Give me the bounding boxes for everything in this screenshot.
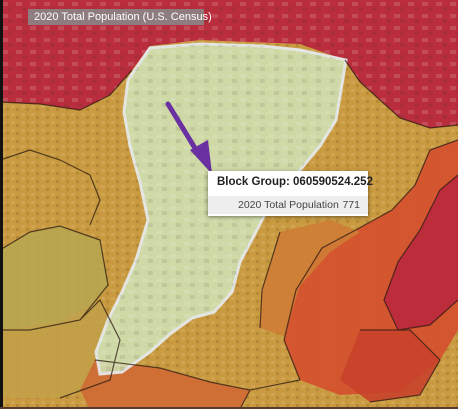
popup-field-row: 2020 Total Population 771	[208, 196, 368, 214]
info-popup[interactable]: Block Group: 060590524.252 2020 Total Po…	[208, 171, 373, 216]
popup-field-value: 771	[342, 199, 360, 211]
layer-title: 2020 Total Population (U.S. Census)	[28, 9, 212, 25]
left-border	[0, 0, 3, 409]
popup-field-label: 2020 Total Population	[238, 199, 339, 211]
popup-title: Block Group: 060590524.252	[217, 176, 373, 188]
map-view[interactable]: 2020 Total Population (U.S. Census) Bloc…	[0, 0, 458, 409]
